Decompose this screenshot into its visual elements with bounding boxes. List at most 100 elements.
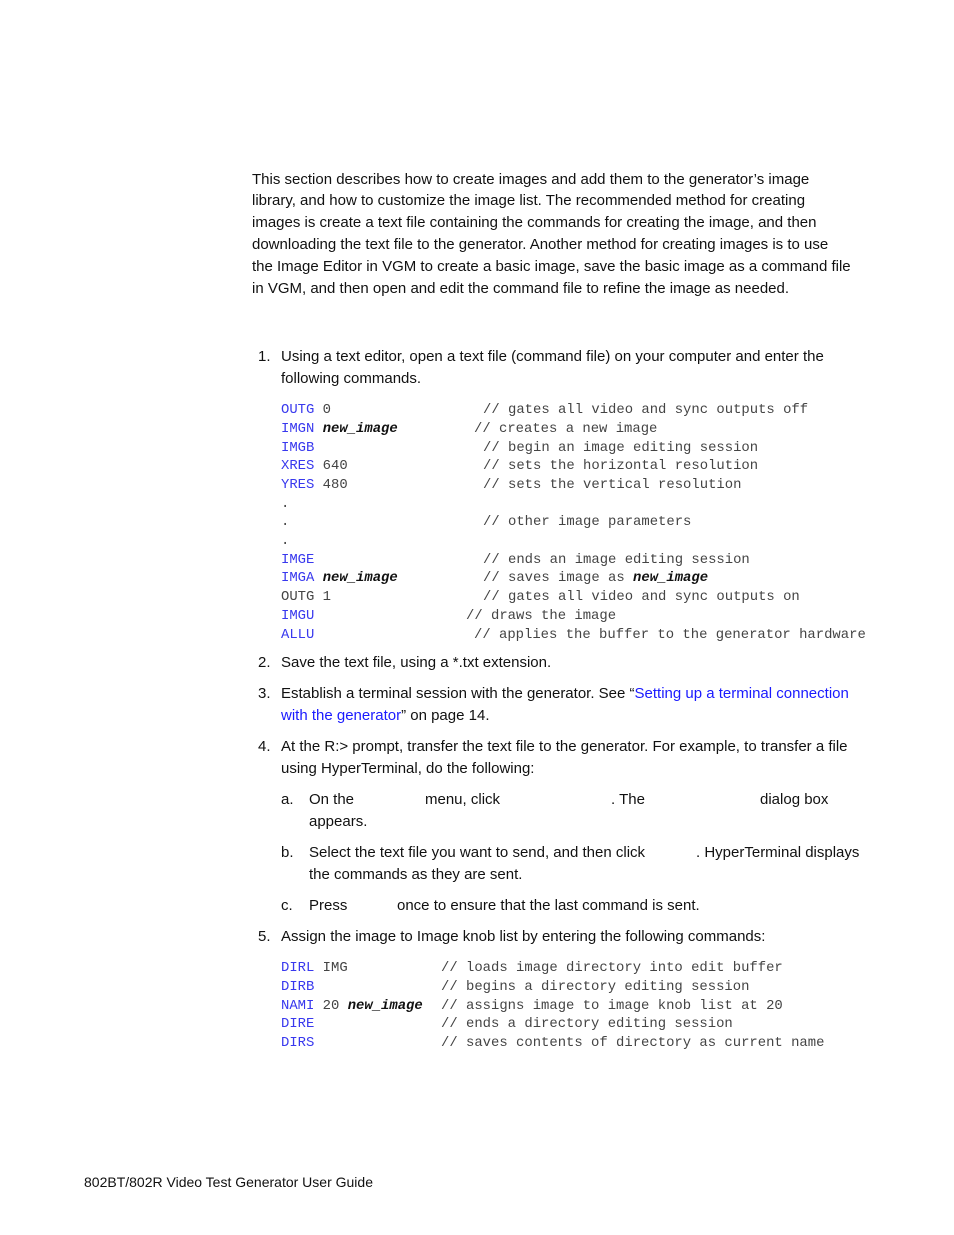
code-argument: . (281, 496, 290, 512)
substep-text: . The (611, 791, 645, 808)
code-line: ALLU (281, 626, 314, 644)
code-comment-text: // gates all video and sync outputs on (483, 589, 800, 605)
code-line: . (281, 495, 289, 513)
code-command: IMGB (281, 440, 315, 456)
code-command: IMGA (281, 570, 315, 586)
code-comment-name: new_image (633, 570, 709, 586)
step-text: using HyperTerminal, do the following: (281, 760, 535, 777)
terminal-connection-link-cont[interactable]: with the generator (281, 707, 401, 724)
step-number: 3. (258, 685, 271, 702)
code-comment-text: // applies the buffer to the generator h… (474, 627, 866, 643)
code-comment: // saves image as new_image (483, 569, 708, 587)
code-comment: // assigns image to image knob list at 2… (441, 997, 783, 1015)
intro-line: the Image Editor in VGM to create a basi… (252, 258, 851, 275)
code-comment: // ends an image editing session (483, 551, 750, 569)
code-command: IMGN (281, 421, 315, 437)
code-comment: // begin an image editing session (483, 439, 758, 457)
step-text: Assign the image to Image knob list by e… (281, 928, 766, 945)
page-footer: 802BT/802R Video Test Generator User Gui… (84, 1174, 373, 1190)
code-line: DIRS (281, 1034, 314, 1052)
code-name: new_image (322, 421, 398, 437)
substep-text: Press (309, 897, 348, 914)
code-comment: // sets the vertical resolution (483, 476, 741, 494)
substep-letter: a. (281, 791, 294, 808)
step-text: Save the text file, using a *.txt extens… (281, 654, 552, 671)
code-comment-text: // assigns image to image knob list at 2… (441, 998, 783, 1014)
code-argument: 0 (314, 402, 332, 418)
code-comment: // creates a new image (474, 420, 657, 438)
code-line: DIRE (281, 1015, 314, 1033)
substep-text: the commands as they are sent. (309, 866, 523, 883)
step-text: Establish a terminal session with the ge… (281, 685, 849, 703)
substep-text: Select the text file you want to send, a… (309, 844, 646, 861)
code-comment: // loads image directory into edit buffe… (441, 959, 783, 977)
step-text-post: ” on page 14. (401, 707, 490, 724)
code-command: NAMI (281, 998, 315, 1014)
code-line: NAMI 20 new_image (281, 997, 423, 1015)
code-argument: OUTG 1 (281, 589, 332, 605)
intro-line: downloading the text file to the generat… (252, 236, 829, 253)
code-comment-text: // ends an image editing session (483, 552, 750, 568)
substep-text: menu, click (425, 791, 501, 808)
code-line: . (281, 513, 289, 531)
code-line: IMGB (281, 439, 314, 457)
code-argument: 640 (314, 458, 348, 474)
code-comment: // gates all video and sync outputs on (483, 588, 800, 606)
code-command: DIRL (281, 960, 315, 976)
code-line: DIRL IMG (281, 959, 348, 977)
code-comment-text: // gates all video and sync outputs off (483, 402, 809, 418)
code-comment-text: // other image parameters (483, 514, 692, 530)
code-argument: 20 (314, 998, 348, 1014)
code-command: DIRB (281, 979, 315, 995)
intro-line: This section describes how to create ima… (252, 171, 810, 188)
code-command: DIRS (281, 1035, 315, 1051)
code-comment: // gates all video and sync outputs off (483, 401, 808, 419)
code-command: OUTG (281, 402, 315, 418)
code-command: IMGE (281, 552, 315, 568)
code-argument: . (281, 533, 290, 549)
code-argument (314, 421, 322, 437)
step-text: following commands. (281, 370, 422, 387)
code-comment-text: // begins a directory editing session (441, 979, 750, 995)
code-name: new_image (322, 570, 398, 586)
code-comment: // other image parameters (483, 513, 691, 531)
code-argument: . (281, 514, 290, 530)
code-line: OUTG 0 (281, 401, 331, 419)
code-line: IMGN new_image (281, 420, 398, 438)
code-line: DIRB (281, 978, 314, 996)
code-line: OUTG 1 (281, 588, 331, 606)
code-comment-text: // saves image as (483, 570, 634, 586)
code-comment-text: // sets the vertical resolution (483, 477, 742, 493)
code-comment-text: // loads image directory into edit buffe… (441, 960, 783, 976)
substep-text: . HyperTerminal displays (696, 844, 860, 861)
substep-letter: c. (281, 897, 293, 914)
code-comment-text: // saves contents of directory as curren… (441, 1035, 825, 1051)
substep-text: appears. (309, 813, 368, 830)
code-comment: // begins a directory editing session (441, 978, 749, 996)
step-number: 5. (258, 928, 271, 945)
code-line: IMGE (281, 551, 314, 569)
code-command: ALLU (281, 627, 315, 643)
step-text: with the generator” on page 14. (281, 707, 489, 725)
code-command: IMGU (281, 608, 315, 624)
code-line: . (281, 532, 289, 550)
substep-text: On the (309, 791, 355, 808)
code-comment-text: // ends a directory editing session (441, 1016, 733, 1032)
intro-line: library, and how to customize the image … (252, 192, 806, 209)
step-text-pre: Establish a terminal session with the ge… (281, 685, 635, 702)
step-number: 4. (258, 738, 271, 755)
code-line: IMGA new_image (281, 569, 398, 587)
code-line: IMGU (281, 607, 314, 625)
intro-line: in VGM, and then open and edit the comma… (252, 280, 790, 297)
code-comment: // sets the horizontal resolution (483, 457, 758, 475)
code-comment-text: // sets the horizontal resolution (483, 458, 759, 474)
code-comment: // draws the image (466, 607, 616, 625)
code-name: new_image (347, 998, 423, 1014)
substep-text: once to ensure that the last command is … (397, 897, 700, 914)
code-line: XRES 640 (281, 457, 348, 475)
step-number: 2. (258, 654, 271, 671)
code-comment: // saves contents of directory as curren… (441, 1034, 824, 1052)
intro-line: images is create a text file containing … (252, 214, 817, 231)
terminal-connection-link[interactable]: Setting up a terminal connection (635, 685, 849, 702)
substep-text: dialog box (760, 791, 829, 808)
